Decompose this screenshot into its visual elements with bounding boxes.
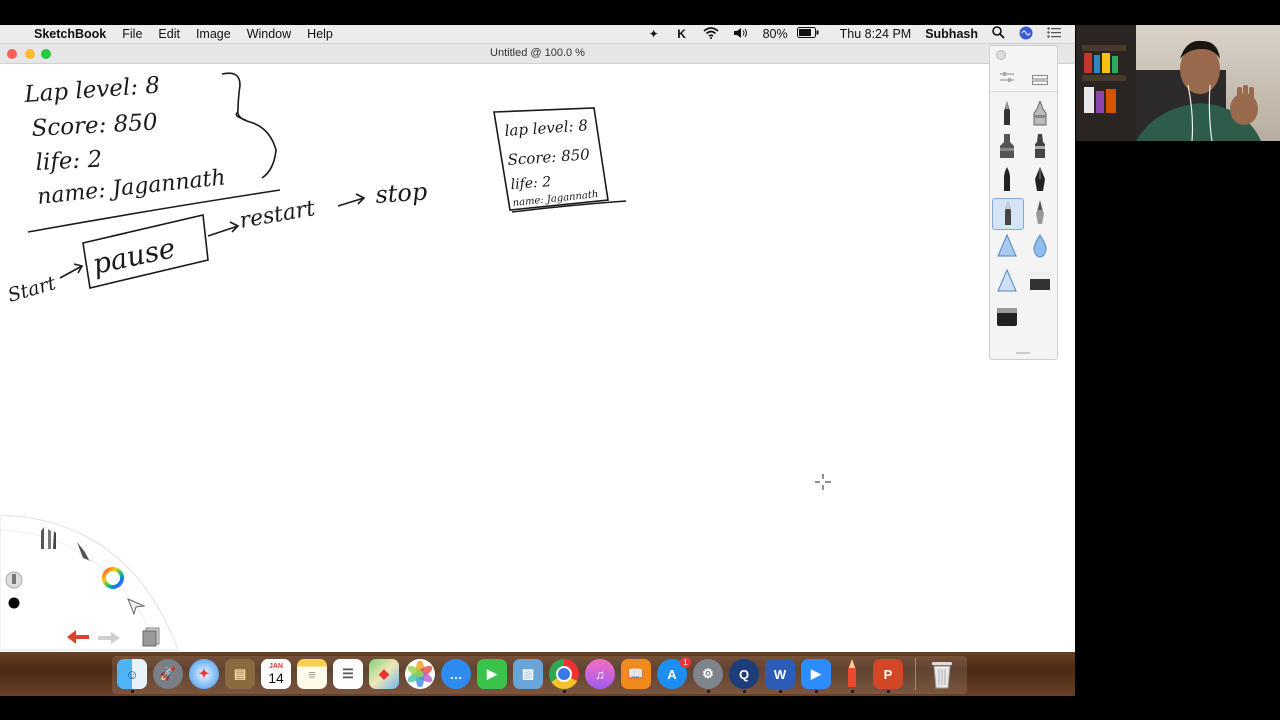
arrow-start-pause <box>59 263 84 279</box>
contacts-icon[interactable]: ▤ <box>225 659 255 689</box>
notes-icon[interactable]: ≡ <box>297 659 327 689</box>
app-store-badge: 1 <box>680 657 691 668</box>
note-lap-level: Lap level: 8 <box>23 73 161 108</box>
app-menu-sketchbook[interactable]: SketchBook <box>26 27 114 41</box>
messages-icon[interactable]: … <box>441 659 471 689</box>
brush-properties-icon[interactable] <box>1000 70 1014 88</box>
notification-center-icon[interactable] <box>1040 27 1075 41</box>
maps-icon[interactable]: ◆ <box>369 659 399 689</box>
window-title-bar[interactable]: Untitled @ 100.0 % <box>0 44 1075 64</box>
selection-arrow-icon[interactable] <box>126 597 146 620</box>
box-lap-level: lap level: 8 <box>504 116 588 140</box>
hard-eraser-icon[interactable] <box>992 302 1022 332</box>
preview-icon[interactable]: ▨ <box>513 659 543 689</box>
system-preferences-icon[interactable]: ⚙ <box>693 659 723 689</box>
eraser-icon[interactable] <box>1025 266 1055 296</box>
sketchbook-icon[interactable] <box>837 659 867 689</box>
dropbox-icon[interactable]: ✦ <box>640 27 668 41</box>
finder-icon[interactable]: ☺ <box>117 659 147 689</box>
note-score: Score: 850 <box>31 109 158 142</box>
photos-icon[interactable] <box>405 659 435 689</box>
word-letter: W <box>773 666 787 682</box>
menu-help[interactable]: Help <box>299 27 341 41</box>
wifi-icon[interactable] <box>696 26 726 42</box>
palette-resize-handle[interactable] <box>1016 352 1030 354</box>
triangle-airbrush-icon[interactable] <box>992 266 1022 296</box>
color-wheel-icon[interactable] <box>102 567 124 594</box>
trash-icon[interactable] <box>927 659 957 689</box>
arrow-pause-restart <box>207 221 240 237</box>
calendar-day: 14 <box>268 669 284 686</box>
safari-icon[interactable]: ✦ <box>189 659 219 689</box>
brush-library-lagoon-icon[interactable] <box>38 527 58 556</box>
arrow-restart-stop <box>337 193 366 207</box>
flow-start: Start <box>5 272 58 307</box>
books-icon[interactable]: 📖 <box>621 659 651 689</box>
flow-restart: restart <box>238 196 317 234</box>
note-life: life: 2 <box>35 147 103 176</box>
zoom-icon[interactable]: ▶ <box>801 659 831 689</box>
status-area: ✦ K 80% Thu 8:24 PM Subhash <box>640 26 1075 43</box>
ink-pen-icon[interactable] <box>1025 165 1055 195</box>
paintbrush-icon[interactable] <box>992 165 1022 195</box>
itunes-icon[interactable]: ♫ <box>585 659 615 689</box>
quicktime-icon[interactable]: Q <box>729 659 759 689</box>
redo-icon[interactable] <box>97 631 121 650</box>
volume-icon[interactable] <box>726 27 756 42</box>
calendar-icon[interactable]: JAN 14 <box>261 659 291 689</box>
crosshair-cursor <box>815 474 831 490</box>
palette-close-icon[interactable] <box>996 50 1006 60</box>
launchpad-icon[interactable]: 🚀 <box>153 659 183 689</box>
menu-image[interactable]: Image <box>188 27 239 41</box>
brush-library-icon[interactable] <box>1032 72 1048 90</box>
chrome-icon[interactable] <box>549 659 579 689</box>
menu-file[interactable]: File <box>114 27 150 41</box>
brush-palette <box>989 45 1058 360</box>
powerpoint-icon[interactable]: P <box>873 659 903 689</box>
pencil-selected-icon[interactable] <box>992 198 1024 230</box>
reminders-icon[interactable]: ☰ <box>333 659 363 689</box>
menu-bar: SketchBook File Edit Image Window Help ✦… <box>0 25 1075 44</box>
facetime-icon[interactable]: ▶ <box>477 659 507 689</box>
dock-divider <box>915 658 916 690</box>
ppt-letter: P <box>883 666 893 682</box>
window-title: Untitled @ 100.0 % <box>490 47 585 59</box>
brush-lagoon-icon[interactable] <box>75 540 95 569</box>
user-menu[interactable]: Subhash <box>918 27 985 41</box>
menu-edit[interactable]: Edit <box>150 27 188 41</box>
k-icon[interactable]: K <box>668 27 696 41</box>
pencil-icon[interactable] <box>992 99 1022 129</box>
clock[interactable]: Thu 8:24 PM <box>826 27 919 41</box>
brush-size-icon[interactable] <box>5 571 23 594</box>
menu-window[interactable]: Window <box>239 27 299 41</box>
marker-icon[interactable] <box>992 132 1022 162</box>
battery-percent: 80% <box>762 27 788 41</box>
spotlight-icon[interactable] <box>985 26 1012 42</box>
ballpoint-pen-icon[interactable] <box>1025 99 1055 129</box>
airbrush-icon[interactable] <box>992 231 1022 261</box>
box-score: Score: 850 <box>507 145 591 169</box>
felt-pen-icon[interactable] <box>1025 132 1055 162</box>
battery-icon[interactable] <box>790 27 826 41</box>
siri-icon[interactable] <box>1012 26 1040 43</box>
box-life: life: 2 <box>510 174 552 193</box>
webcam-overlay <box>1076 25 1280 141</box>
lagoon-toolbar <box>0 514 185 655</box>
brace-mark <box>221 72 277 179</box>
undo-icon[interactable] <box>66 629 90 650</box>
color-swatch-icon[interactable] <box>8 596 20 614</box>
calligraphy-pen-icon[interactable] <box>1025 198 1055 228</box>
word-icon[interactable]: W <box>765 659 795 689</box>
layers-icon[interactable] <box>142 627 160 652</box>
water-drop-icon[interactable] <box>1025 231 1055 261</box>
flow-stop: stop <box>374 177 428 209</box>
